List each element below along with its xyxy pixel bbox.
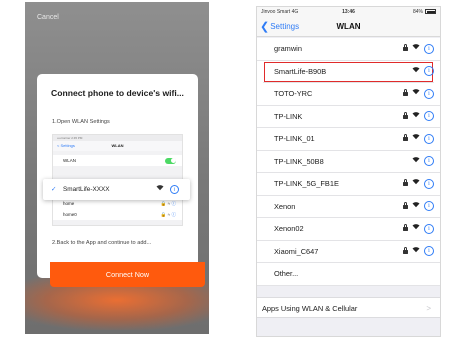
preview-wlan-toggle [165,157,176,164]
network-row[interactable]: Xiaomi_C647 i [257,241,440,263]
info-icon[interactable]: i [424,133,434,144]
wifi-icon [156,179,164,200]
info-icon[interactable]: i [424,223,434,234]
cancel-link[interactable]: Cancel [37,14,59,21]
network-row[interactable]: TP-LINK_5G_FB1E i [257,173,440,196]
network-row[interactable]: TP-LINK i [257,106,440,128]
battery-percent: 84% [412,9,423,15]
preview-title: WLAN [111,143,124,148]
wifi-icon [412,241,420,263]
network-name: gramwin [274,44,302,53]
battery-icon [425,9,436,15]
network-name: TP-LINK_5G_FB1E [274,179,339,188]
status-bar: Jinvoo Smart 4G 13:46 84% [257,7,440,18]
network-name: Other... [274,269,299,278]
tutorial-screenshot: Cancel Connect phone to device's wifi...… [0,0,457,346]
nav-bar: ❮Settings WLAN [257,18,440,37]
network-name: Xiaomi_C647 [274,246,319,256]
network-name: TOTO-YRC [274,89,313,98]
network-name: Xenon [274,201,296,211]
lock-icon [403,246,408,254]
preview-network-row: home0 🔒 ≈ ⓘ [53,209,182,220]
network-name: TP-LINK_50B8 [274,156,324,166]
network-name: SmartLife-B90B [274,66,327,76]
wifi-icon [412,196,420,218]
lock-icon [403,179,408,186]
wifi-icon [412,106,420,128]
info-icon[interactable]: i [424,201,434,211]
network-row[interactable]: TP-LINK_50B8 i [257,151,440,173]
info-icon[interactable]: i [424,43,434,54]
wifi-icon [412,61,420,83]
preview-network-name: home [63,201,75,206]
wifi-icon [412,83,420,105]
info-icon[interactable]: i [424,178,434,189]
battery-indicator: 84% [413,7,436,18]
ios-wlan-settings-screen: Jinvoo Smart 4G 13:46 84% ❮Settings WLAN… [256,6,441,337]
network-row[interactable]: TP-LINK_01 i [257,128,440,151]
dialog-title: Connect phone to device's wifi... [51,88,184,98]
connect-dialog: Connect phone to device's wifi... 1.Open… [37,74,198,278]
network-row[interactable]: Xenon02 i [257,218,440,241]
preview-wlan-label: WLAN [63,158,77,163]
network-list: gramwin i SmartLife-B90B i TOTO-YRC i TP-LINK i… [257,38,440,286]
lock-icon [403,111,408,119]
lock-icon [403,134,408,141]
network-name: TP-LINK_01 [274,134,315,143]
step-1-text: 1.Open WLAN Settings [52,119,110,125]
wifi-icon [412,218,420,240]
wifi-icon [412,38,420,60]
info-icon[interactable]: i [424,156,434,166]
callout-network-name: SmartLife-XXXX [63,186,110,193]
network-name: TP-LINK [274,111,303,121]
lock-icon [403,89,408,96]
chevron-right-icon: > [426,304,431,313]
lock-icon [403,44,408,51]
apps-row-label: Apps Using WLAN & Cellular [262,304,358,313]
preview-network-name: home0 [63,212,77,217]
step-2-text: 2.Back to the App and continue to add... [52,240,152,246]
apps-using-wlan-row[interactable]: Apps Using WLAN & Cellular > [257,297,440,318]
info-icon[interactable]: i [424,246,434,256]
wifi-icon [412,173,420,195]
info-icon[interactable]: i [424,111,434,121]
network-row[interactable]: Xenon i [257,196,440,218]
preview-wlan-row: WLAN [53,155,182,166]
network-row[interactable]: gramwin i [257,38,440,61]
lock-icon [403,201,408,209]
info-icon: i [170,185,179,194]
network-row[interactable]: TOTO-YRC i [257,83,440,106]
page-title: WLAN [336,22,361,31]
preview-nav-bar: < Settings WLAN [53,141,182,151]
checkmark-icon: ✓ [51,186,57,193]
wifi-icon [412,151,420,173]
info-icon[interactable]: i [424,66,434,76]
info-icon[interactable]: i [424,88,434,99]
network-name: Xenon02 [274,224,304,233]
other-network-row[interactable]: Other... [257,263,440,286]
connect-now-button[interactable]: Connect Now [50,262,205,287]
lock-icon [403,224,408,231]
smartlife-network-callout: ✓ SmartLife-XXXX i [43,179,190,200]
preview-network-icons: 🔒 ≈ ⓘ [160,212,176,217]
app-phone-screen: Cancel Connect phone to device's wifi...… [25,2,209,334]
network-row-highlighted[interactable]: SmartLife-B90B i [263,61,434,83]
wifi-icon [412,128,420,150]
